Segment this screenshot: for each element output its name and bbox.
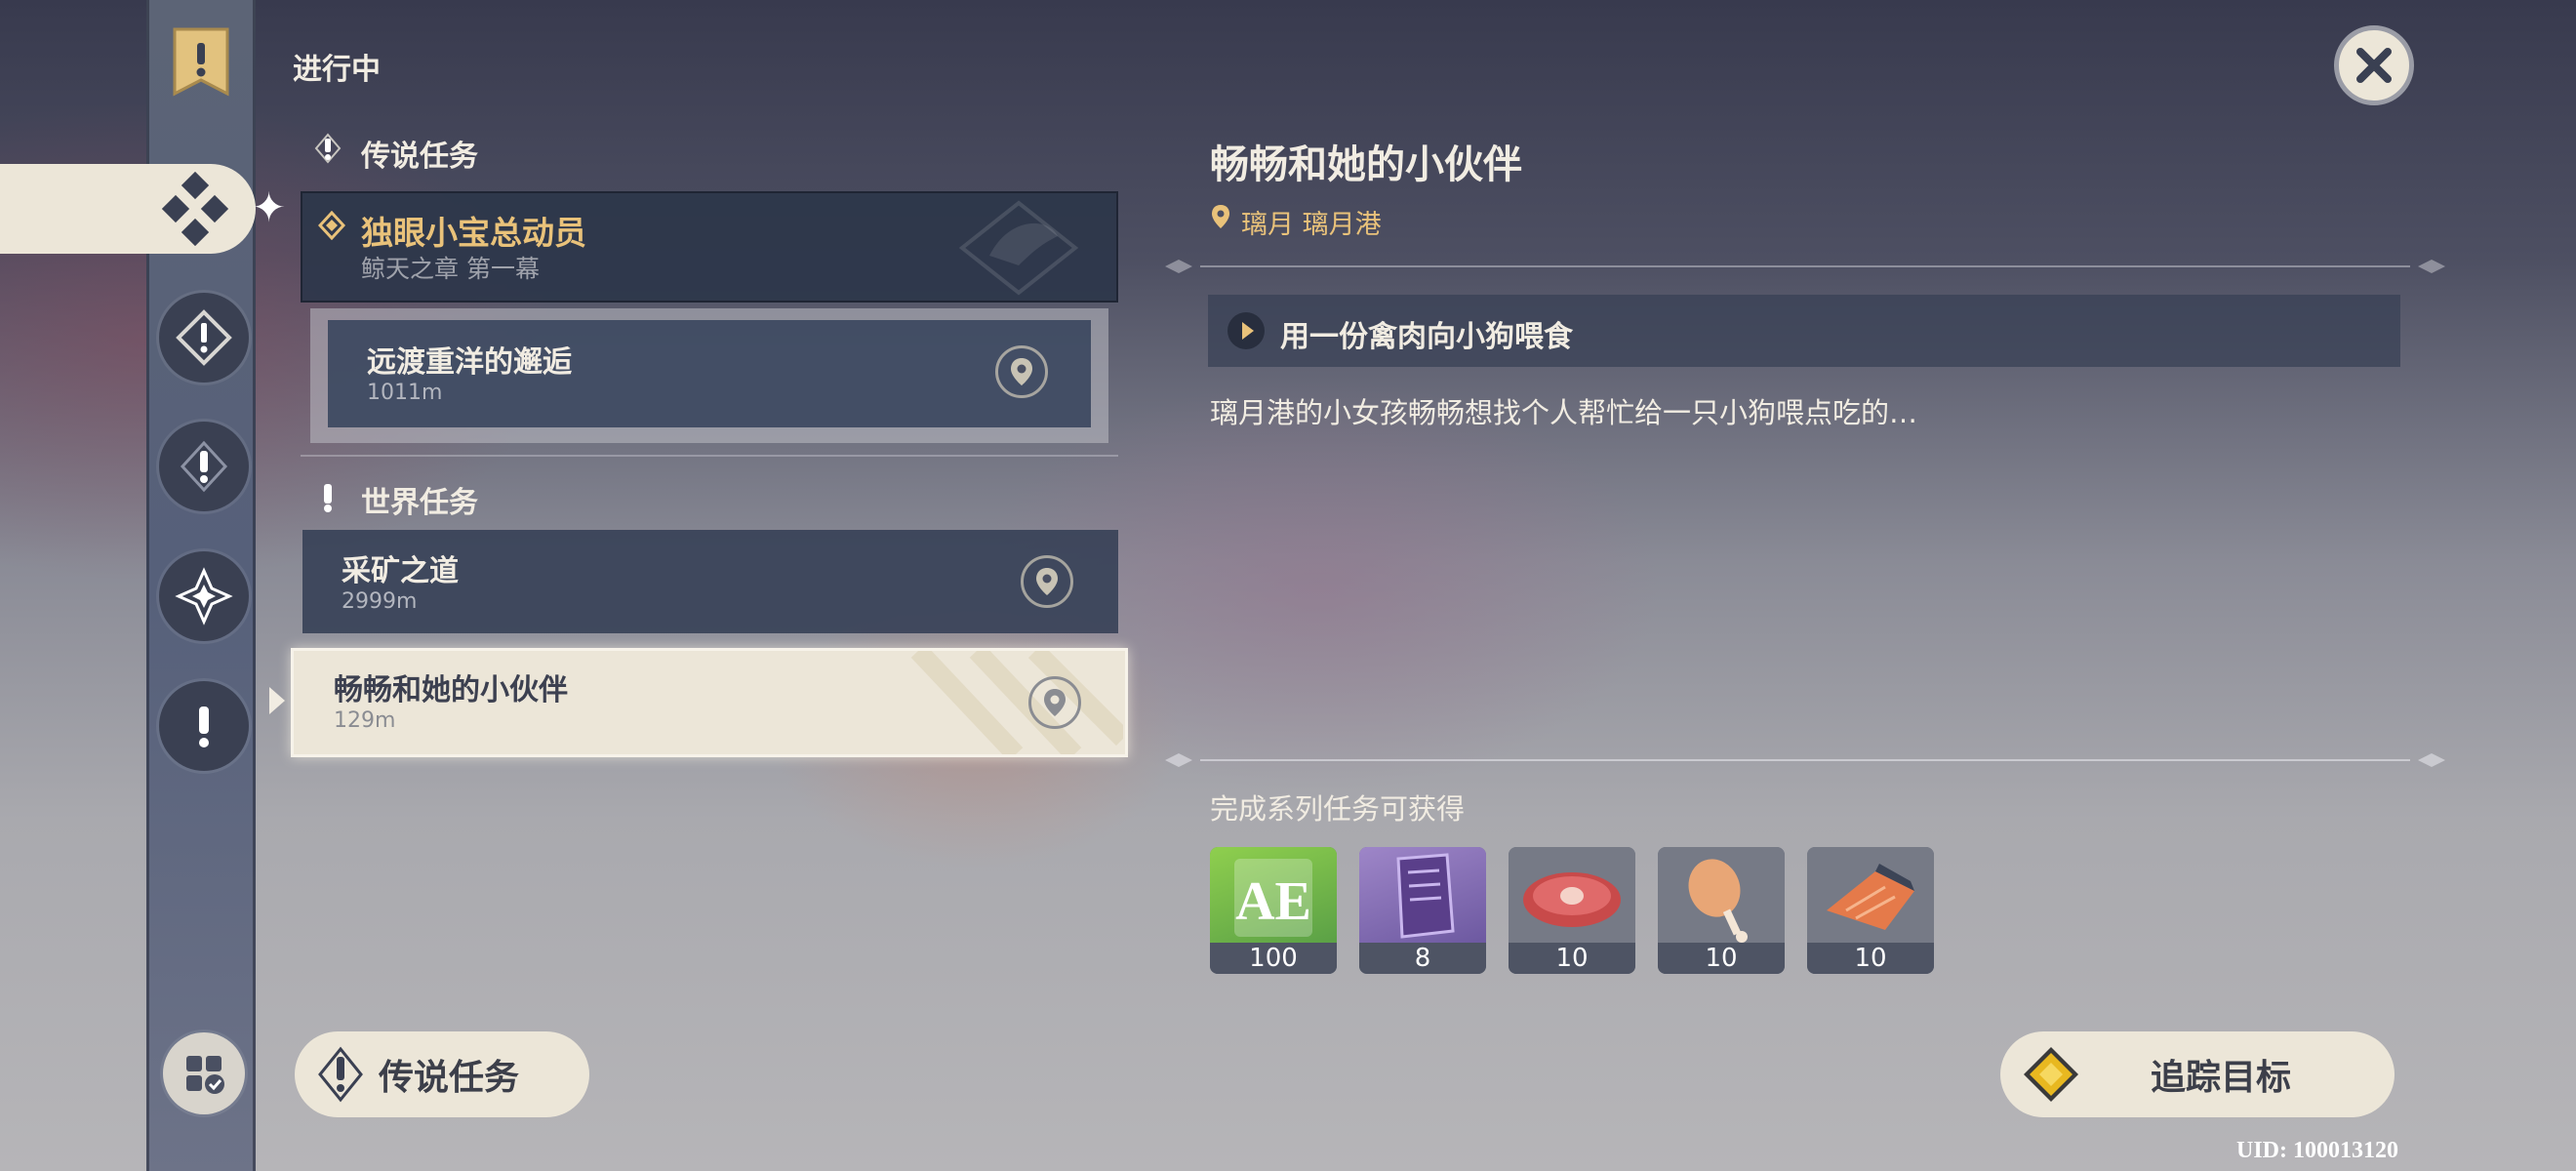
world-quest-title: 采矿之道 [342, 554, 459, 588]
section-divider [301, 455, 1118, 457]
quest-description: 璃月港的小女孩畅畅想找个人帮忙给一只小狗喂点吃的… [1210, 396, 1918, 429]
event-quest-category-icon[interactable] [159, 551, 249, 641]
reward-raw-meat[interactable]: 10 [1509, 847, 1635, 974]
purple-book-icon [1396, 853, 1455, 939]
reward-count: 10 [1509, 943, 1635, 974]
location-pin-icon [1210, 203, 1231, 234]
reward-count: 10 [1658, 943, 1785, 974]
location-pin-icon [1044, 689, 1066, 716]
story-quest-category-icon[interactable] [159, 293, 249, 383]
quest-objective-text: 用一份禽肉向小狗喂食 [1280, 320, 1573, 354]
selected-quest-navigate-button[interactable] [1028, 676, 1081, 729]
archon-quest-category-icon[interactable] [159, 422, 249, 511]
legend-quest-title: 远渡重洋的邂逅 [367, 345, 572, 380]
world-quest-navigate-button[interactable] [1021, 555, 1073, 608]
quest-banner-icon [169, 25, 233, 100]
ornament-divider [1161, 256, 2449, 277]
quest-location: 璃月 璃月港 [1241, 210, 1382, 240]
legend-quest-icon [318, 1046, 363, 1103]
raw-meat-icon [1523, 872, 1621, 927]
quest-detail-title: 畅畅和她的小伙伴 [1210, 142, 1522, 187]
legend-quest-section-icon [314, 133, 342, 170]
close-icon [2356, 48, 2392, 83]
completed-quests-icon[interactable] [163, 1032, 245, 1114]
world-quest-title-selected: 畅畅和她的小伙伴 [334, 673, 568, 707]
legend-quest-button-label: 传说任务 [379, 1058, 520, 1098]
reward-fowl[interactable]: 10 [1658, 847, 1785, 974]
all-quests-category-active[interactable] [0, 164, 256, 254]
reward-count: 8 [1359, 943, 1486, 974]
objective-play-icon [1228, 312, 1265, 349]
legend-chapter-title: 独眼小宝总动员 [361, 214, 586, 252]
uid-label: UID: 100013120 [2236, 1138, 2398, 1163]
adventure-exp-icon: AE [1234, 859, 1312, 937]
reward-count: 100 [1210, 943, 1337, 974]
ornament-divider [1161, 749, 2449, 771]
reward-purple-book[interactable]: 8 [1359, 847, 1486, 974]
legend-chapter-diamond-icon [317, 210, 346, 244]
world-quest-distance: 2999m [342, 589, 418, 614]
location-pin-icon [1036, 568, 1058, 595]
reward-adventure-exp[interactable]: AE 100 [1210, 847, 1337, 974]
track-button-label: 追踪目标 [2151, 1058, 2292, 1098]
fowl-icon [1688, 859, 1748, 943]
world-quest-category-icon[interactable] [159, 681, 249, 771]
active-sparkle-icon: ✦ [252, 183, 287, 231]
all-quests-icon [161, 172, 229, 246]
svg-text:AE: AE [1235, 871, 1311, 932]
legend-chapter-subtitle: 鲸天之章 第一幕 [361, 255, 540, 283]
rewards-label: 完成系列任务可获得 [1210, 792, 1466, 826]
location-pin-icon [1011, 358, 1032, 385]
world-quest-section-icon [318, 482, 338, 517]
close-button[interactable] [2334, 25, 2414, 105]
fish-icon [1827, 864, 1914, 930]
world-quest-section-title: 世界任务 [361, 486, 478, 520]
track-objective-button[interactable]: 追踪目标 [2000, 1031, 2395, 1117]
legend-quest-section-title: 传说任务 [361, 140, 478, 174]
selected-arrow-icon [269, 687, 285, 714]
track-diamond-icon [2024, 1047, 2078, 1102]
legend-quest-distance: 1011m [367, 381, 443, 405]
legend-quest-filter-button[interactable]: 传说任务 [295, 1031, 589, 1117]
world-quest-distance-selected: 129m [334, 708, 396, 733]
reward-fish[interactable]: 10 [1807, 847, 1934, 974]
whale-emblem-icon [958, 200, 1079, 296]
in-progress-label: 进行中 [293, 53, 381, 87]
reward-count: 10 [1807, 943, 1934, 974]
legend-quest-navigate-button[interactable] [995, 345, 1048, 398]
